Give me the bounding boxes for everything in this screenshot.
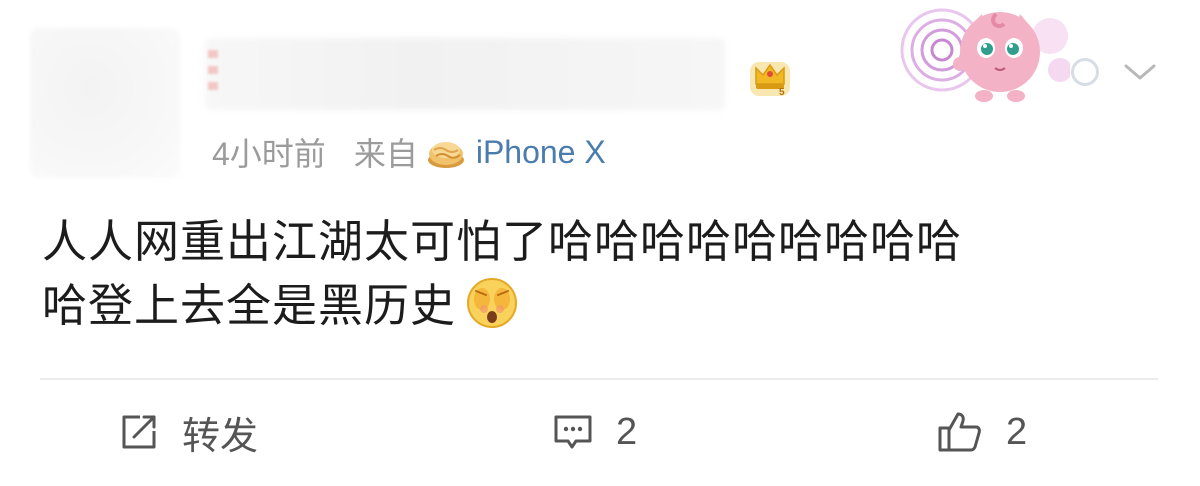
avatar[interactable] — [30, 28, 180, 178]
crown-badge-icon[interactable]: 5 — [748, 54, 792, 98]
device-source-icon — [427, 142, 464, 168]
divider — [40, 378, 1158, 380]
more-circle-icon[interactable] — [1071, 58, 1099, 86]
like-button[interactable]: 2 — [936, 402, 1027, 462]
post-content: 人人网重出江湖太可怕了哈哈哈哈哈哈哈哈哈 哈登上去全是黑历史 — [42, 210, 1172, 338]
comment-count: 2 — [616, 410, 638, 453]
comment-button[interactable]: 2 — [552, 402, 637, 462]
username-redaction-mark — [208, 50, 218, 96]
username[interactable] — [205, 38, 725, 110]
chevron-down-icon[interactable] — [1122, 60, 1158, 84]
device-link[interactable]: iPhone X — [476, 134, 606, 171]
repost-label: 转发 — [182, 415, 259, 458]
post-content-line-2: 哈登上去全是黑历史 — [42, 279, 457, 332]
jigglypuff-decoration — [900, 8, 1070, 102]
post-content-line-1: 人人网重出江湖太可怕了哈哈哈哈哈哈哈哈哈 — [42, 215, 963, 268]
comment-icon — [554, 415, 592, 449]
post-meta: 4小时前 来自 iPhone X — [212, 130, 606, 174]
repost-button[interactable]: 转发 — [118, 402, 258, 462]
like-count: 2 — [1006, 410, 1028, 453]
svg-text:5: 5 — [779, 87, 785, 98]
scared-face-emoji-icon — [467, 278, 518, 328]
source-label: 来自 — [353, 136, 418, 172]
repost-icon — [122, 415, 156, 449]
thumbs-up-icon — [938, 412, 981, 452]
post-time: 4小时前 — [212, 136, 326, 172]
